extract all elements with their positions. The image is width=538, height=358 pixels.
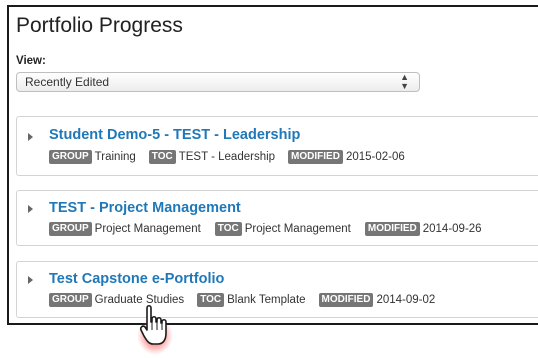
portfolio-name-link[interactable]: TEST - Project Management — [49, 200, 241, 216]
toc-badge: TOC — [197, 293, 225, 307]
page-title: Portfolio Progress — [16, 14, 183, 37]
portfolio-card: Student Demo-5 - TEST - Leadership GROUP… — [16, 116, 538, 176]
portfolio-card: TEST - Project Management GROUP Project … — [16, 190, 538, 246]
view-select-value: Recently Edited — [25, 75, 110, 89]
modified-value: 2014-09-02 — [376, 294, 436, 306]
view-select[interactable]: Recently Edited ▲ ▼ — [16, 72, 420, 92]
modified-value: 2015-02-06 — [345, 151, 405, 163]
group-value: Project Management — [94, 223, 201, 235]
expand-caret-icon[interactable] — [28, 205, 33, 213]
toc-badge: TOC — [214, 222, 242, 236]
portfolio-meta: GROUP Project Management TOC Project Man… — [49, 222, 482, 236]
group-badge: GROUP — [49, 150, 92, 164]
modified-value: 2014-09-26 — [422, 223, 482, 235]
group-badge: GROUP — [49, 293, 92, 307]
hand-pointer-cursor-icon — [138, 304, 173, 355]
group-value: Training — [94, 151, 136, 163]
portfolio-meta: GROUP Graduate Studies TOC Blank Templat… — [49, 293, 435, 307]
toc-badge: TOC — [148, 150, 176, 164]
portfolio-meta: GROUP Training TOC TEST - Leadership MOD… — [49, 150, 405, 164]
modified-badge: MODIFIED — [364, 222, 420, 236]
expand-caret-icon[interactable] — [28, 133, 33, 141]
toc-value: TEST - Leadership — [178, 151, 276, 163]
updown-arrows-icon: ▲ ▼ — [400, 72, 409, 91]
modified-badge: MODIFIED — [288, 150, 343, 164]
toc-value: Project Management — [244, 223, 351, 235]
view-label: View: — [16, 55, 46, 67]
modified-badge: MODIFIED — [318, 293, 374, 307]
group-badge: GROUP — [49, 222, 92, 236]
toc-value: Blank Template — [227, 294, 306, 306]
portfolio-card: Test Capstone e-Portfolio GROUP Graduate… — [16, 261, 538, 318]
portfolio-name-link[interactable]: Test Capstone e-Portfolio — [49, 271, 224, 287]
expand-caret-icon[interactable] — [28, 276, 33, 284]
portfolio-name-link[interactable]: Student Demo-5 - TEST - Leadership — [49, 127, 300, 143]
